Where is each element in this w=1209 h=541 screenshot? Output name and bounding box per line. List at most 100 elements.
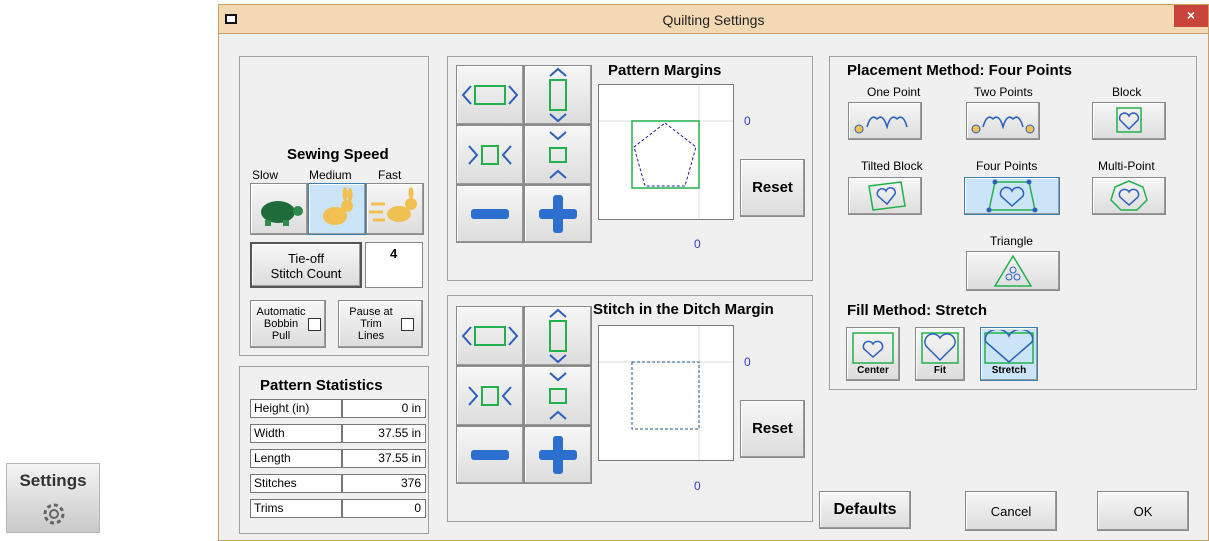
margins-reset-button[interactable]: Reset [740,159,805,217]
ditch-axis-right: 0 [744,355,751,369]
multi-point-button[interactable] [1092,177,1166,215]
pattern-statistics-group: Pattern Statistics Height (in) 0 in Widt… [239,366,429,534]
shrink-vertical-button[interactable] [524,125,592,185]
tilted-block-icon [868,181,906,211]
two-points-button[interactable] [966,102,1040,140]
pause-trim-checkbox[interactable] [401,318,414,331]
defaults-button[interactable]: Defaults [819,491,911,529]
pause-at-trim-lines-toggle[interactable]: Pause at Trim Lines [338,300,423,348]
speed-fast-label: Fast [378,168,402,182]
speed-medium-label: Medium [309,168,352,182]
shrink-vertical-icon [549,372,567,420]
one-point-label: One Point [867,85,921,99]
triangle-icon [993,254,1033,287]
fill-fit-button[interactable]: Fit [915,327,965,381]
expand-horizontal-icon [461,326,519,346]
increase-margin-button[interactable] [524,185,592,243]
ditch-shrink-horizontal-button[interactable] [456,366,524,426]
gear-icon [43,503,65,525]
triangle-button[interactable] [966,251,1060,291]
expand-vertical-icon [549,67,567,123]
four-points-button[interactable] [964,177,1060,215]
fill-stretch-label: Stretch [991,365,1027,376]
sewing-speed-title: Sewing Speed [287,146,389,163]
automatic-bobbin-pull-toggle[interactable]: Automatic Bobbin Pull [250,300,326,348]
margins-axis-right: 0 [744,114,751,128]
decrease-margin-button[interactable] [456,185,524,243]
one-point-button[interactable] [848,102,922,140]
pattern-statistics-title: Pattern Statistics [260,377,383,394]
tie-off-stitch-count-button[interactable]: Tie-off Stitch Count [250,242,362,288]
cancel-button[interactable]: Cancel [965,491,1057,531]
ditch-reset-button[interactable]: Reset [740,400,805,458]
expand-horizontal-icon [461,85,519,105]
title-bar[interactable]: Quilting Settings × [219,5,1208,34]
fill-fit-label: Fit [933,365,947,376]
margins-axis-bottom: 0 [694,237,701,251]
two-points-label: Two Points [974,85,1033,99]
block-label: Block [1112,85,1142,99]
stats-row: Trims 0 [250,499,426,518]
ditch-expand-horizontal-button[interactable] [456,306,524,366]
close-button[interactable]: × [1174,5,1208,27]
plus-icon [539,195,577,233]
four-points-label: Four Points [976,159,1038,173]
auto-bobbin-label: Automatic Bobbin Pull [256,306,306,342]
four-points-icon [986,179,1038,213]
shrink-horizontal-button[interactable] [456,125,524,185]
multi-point-icon [1110,180,1148,211]
expand-horizontal-button[interactable] [456,65,524,125]
settings-label: Settings [19,471,87,490]
ok-button[interactable]: OK [1097,491,1189,531]
ditch-increase-margin-button[interactable] [524,426,592,484]
multi-point-label: Multi-Point [1098,159,1155,173]
tilted-block-button[interactable] [848,177,922,215]
tie-off-count-field[interactable]: 4 [365,242,423,288]
triangle-label: Triangle [990,234,1033,248]
fill-center-button[interactable]: Center [846,327,900,381]
fill-method-title: Fill Method: Stretch [847,302,987,319]
ditch-margin-title: Stitch in the Ditch Margin [593,301,774,318]
block-icon [1116,107,1142,133]
expand-vertical-button[interactable] [524,65,592,125]
ditch-shrink-vertical-button[interactable] [524,366,592,426]
speed-slow-button[interactable] [250,183,308,235]
tie-off-label-line2: Stitch Count [270,266,342,281]
shrink-horizontal-icon [468,145,512,165]
ditch-decrease-margin-button[interactable] [456,426,524,484]
ditch-axis-bottom: 0 [694,479,701,493]
tie-off-label-line1: Tie-off [287,251,325,266]
ditch-preview-shape [599,326,733,460]
turtle-icon [261,201,303,226]
pattern-margins-title: Pattern Margins [608,62,722,79]
tilted-block-label: Tilted Block [861,159,923,173]
pause-trim-label: Pause at Trim Lines [349,306,393,342]
sewing-speed-group: Sewing Speed Slow Medium Fast Tie-off St… [239,56,429,356]
minus-icon [471,209,509,219]
fill-fit-icon [921,332,959,364]
pattern-preview-shape [599,85,733,219]
auto-bobbin-checkbox[interactable] [308,318,321,331]
running-rabbit-icon [369,187,417,222]
ditch-expand-vertical-button[interactable] [524,306,592,366]
stats-row: Height (in) 0 in [250,399,426,418]
plus-icon [539,436,577,474]
placement-method-title: Placement Method: Four Points [847,62,1073,79]
block-button[interactable] [1092,102,1166,140]
speed-medium-button[interactable] [308,183,366,235]
settings-launcher-button[interactable]: Settings [6,463,100,533]
pattern-margins-preview [598,84,734,220]
quilting-settings-dialog: Quilting Settings × Sewing Speed Slow Me… [218,4,1209,541]
placement-method-group: Placement Method: Four Points One Point … [829,56,1197,390]
fill-center-icon [852,332,894,364]
stats-row: Length 37.55 in [250,449,426,468]
speed-fast-button[interactable] [366,183,424,235]
rabbit-icon [323,187,353,225]
two-points-icon [971,116,1035,134]
one-point-icon [854,116,908,134]
ditch-margin-group: Stitch in the Ditch Margin 0 0 Reset [447,295,813,522]
fill-stretch-button[interactable]: Stretch [980,327,1038,381]
minus-icon [471,450,509,460]
shrink-horizontal-icon [468,386,512,406]
fill-stretch-icon [984,330,1034,364]
